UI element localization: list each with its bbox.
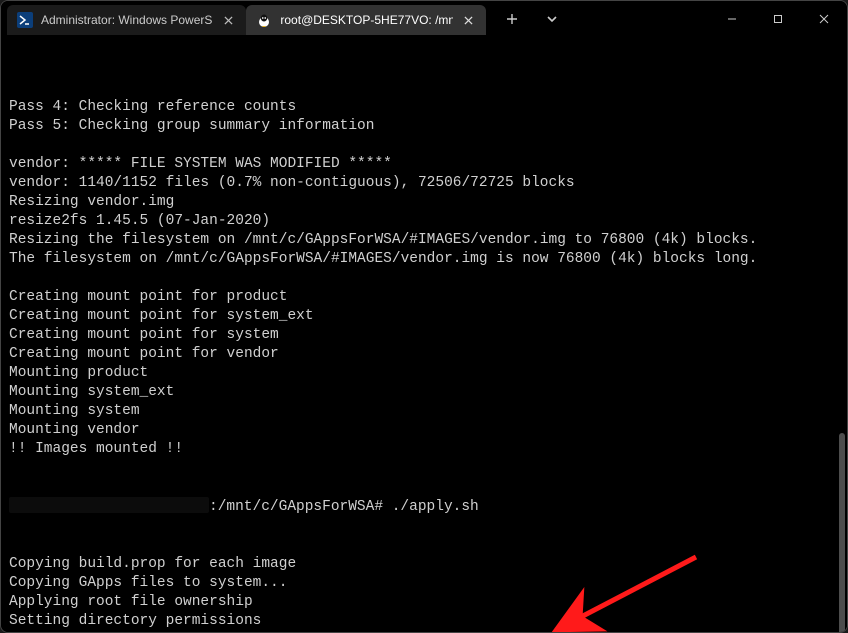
terminal-line: Mounting system xyxy=(9,402,839,421)
terminal-pane[interactable]: Pass 4: Checking reference countsPass 5:… xyxy=(1,37,847,632)
tab-strip: Administrator: Windows PowerS root@DESKT… xyxy=(1,1,486,37)
tab-title: root@DESKTOP-5HE77VO: /mn xyxy=(280,13,452,27)
redacted-user-host xyxy=(9,497,209,513)
terminal-line: Creating mount point for system_ext xyxy=(9,307,839,326)
window-controls xyxy=(709,1,847,37)
terminal-line: resize2fs 1.45.5 (07-Jan-2020) xyxy=(9,212,839,231)
close-button[interactable] xyxy=(801,3,847,35)
terminal-line: Mounting product xyxy=(9,364,839,383)
terminal-line: Resizing the filesystem on /mnt/c/GAppsF… xyxy=(9,231,839,250)
terminal-line: Copying GApps files to system... xyxy=(9,574,839,593)
terminal-line: Copying build.prop for each image xyxy=(9,555,839,574)
tab-close-button[interactable] xyxy=(220,12,236,28)
terminal-line: Setting directory permissions xyxy=(9,612,839,631)
terminal-line xyxy=(9,79,839,98)
terminal-line: The filesystem on /mnt/c/GAppsForWSA/#IM… xyxy=(9,250,839,269)
tab-dropdown-button[interactable] xyxy=(538,5,566,33)
titlebar: Administrator: Windows PowerS root@DESKT… xyxy=(1,1,847,37)
tab-powershell[interactable]: Administrator: Windows PowerS xyxy=(7,5,246,35)
tab-linux[interactable]: root@DESKTOP-5HE77VO: /mn xyxy=(246,5,486,35)
terminal-line: Applying root file ownership xyxy=(9,593,839,612)
terminal-line: vendor: 1140/1152 files (0.7% non-contig… xyxy=(9,174,839,193)
terminal-line: Creating mount point for system xyxy=(9,326,839,345)
terminal-line: vendor: ***** FILE SYSTEM WAS MODIFIED *… xyxy=(9,155,839,174)
terminal-line: Resizing vendor.img xyxy=(9,193,839,212)
shell-prompt-line: :/mnt/c/GAppsForWSA# ./apply.sh xyxy=(9,497,839,517)
terminal-line: Setting file permissions xyxy=(9,631,839,632)
tab-close-button[interactable] xyxy=(461,12,477,28)
terminal-line: Mounting vendor xyxy=(9,421,839,440)
terminal-line: Mounting system_ext xyxy=(9,383,839,402)
terminal-window: Administrator: Windows PowerS root@DESKT… xyxy=(0,0,848,633)
tab-title: Administrator: Windows PowerS xyxy=(41,13,212,27)
terminal-line: Pass 5: Checking group summary informati… xyxy=(9,117,839,136)
terminal-line: Creating mount point for product xyxy=(9,288,839,307)
terminal-line: !! Images mounted !! xyxy=(9,440,839,459)
terminal-output: Copying build.prop for each imageCopying… xyxy=(9,555,839,632)
terminal-line xyxy=(9,269,839,288)
scrollbar-thumb[interactable] xyxy=(839,433,845,632)
prompt-text: :/mnt/c/GAppsForWSA# ./apply.sh xyxy=(209,499,479,515)
tab-actions xyxy=(486,1,578,37)
new-tab-button[interactable] xyxy=(498,5,526,33)
maximize-button[interactable] xyxy=(755,3,801,35)
tux-icon xyxy=(256,12,272,28)
powershell-icon xyxy=(17,12,33,28)
terminal-line xyxy=(9,136,839,155)
titlebar-drag-area[interactable] xyxy=(578,1,709,37)
terminal-line: Creating mount point for vendor xyxy=(9,345,839,364)
terminal-output: Pass 4: Checking reference countsPass 5:… xyxy=(9,79,839,459)
minimize-button[interactable] xyxy=(709,3,755,35)
terminal-line: Pass 4: Checking reference counts xyxy=(9,98,839,117)
